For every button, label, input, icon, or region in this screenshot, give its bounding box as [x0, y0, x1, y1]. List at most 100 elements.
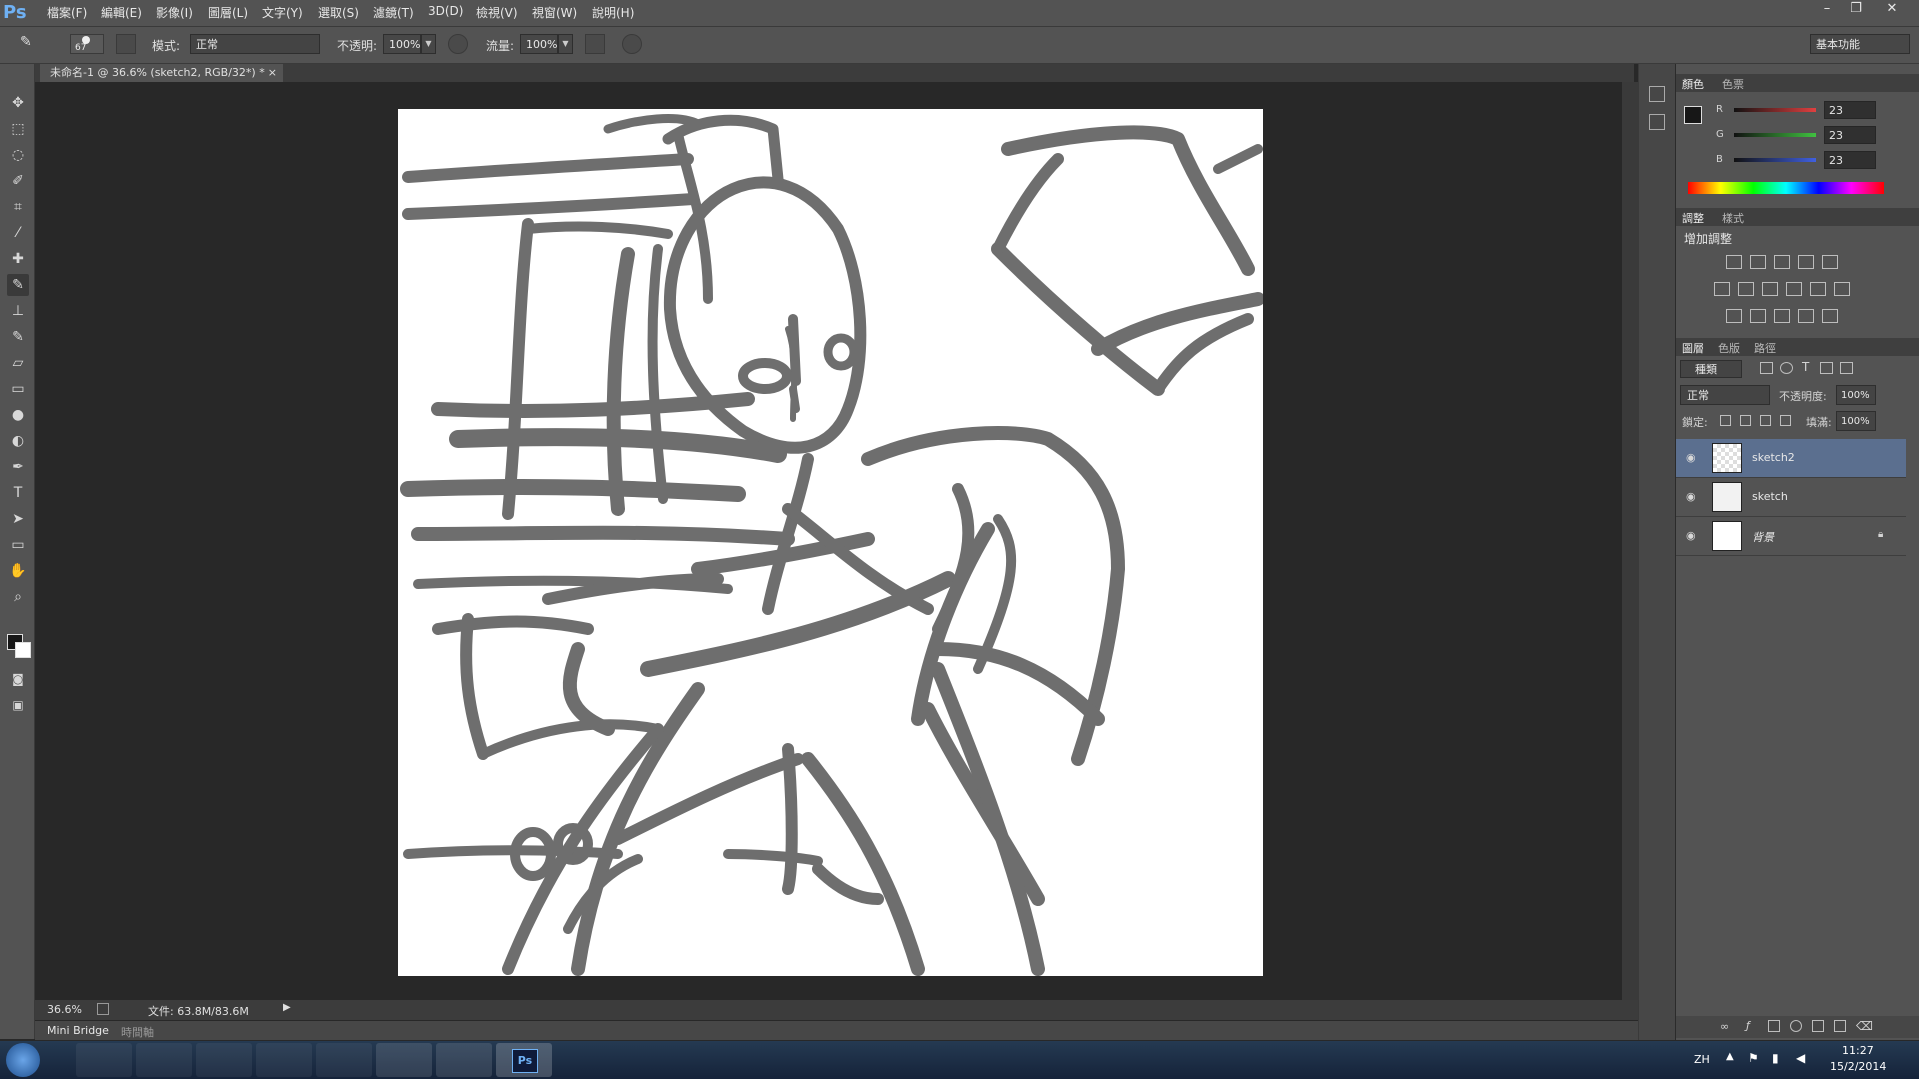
vertical-scrollbar[interactable]	[1622, 82, 1638, 1012]
tab-timeline[interactable]: 時間軸	[121, 1024, 154, 1040]
status-menu-arrow-icon[interactable]: ▶	[283, 1002, 291, 1013]
lock-position-icon[interactable]	[1760, 415, 1771, 426]
internet-explorer-taskbar-icon[interactable]	[256, 1043, 312, 1077]
tab-adjustments[interactable]: 調整	[1682, 210, 1704, 226]
levels-icon[interactable]	[1750, 255, 1766, 269]
hue-saturation-icon[interactable]	[1714, 282, 1730, 296]
tab-channels[interactable]: 色版	[1718, 340, 1740, 356]
posterize-icon[interactable]	[1750, 309, 1766, 323]
shape-tool-icon[interactable]: ▭	[7, 534, 29, 556]
link-layers-icon[interactable]: ∞	[1720, 1020, 1729, 1033]
brush-tool-icon[interactable]: ✎	[7, 274, 29, 296]
exposure-icon[interactable]	[1798, 255, 1814, 269]
new-layer-icon[interactable]	[1834, 1020, 1846, 1032]
lock-transparency-icon[interactable]	[1720, 415, 1731, 426]
invert-icon[interactable]	[1726, 309, 1742, 323]
tab-mini-bridge[interactable]: Mini Bridge	[47, 1024, 109, 1037]
mode-select[interactable]: 正常	[190, 34, 320, 54]
quick-select-tool-icon[interactable]: ✐	[7, 170, 29, 192]
close-window-button[interactable]: ✕	[1878, 0, 1906, 18]
opacity-dropdown-icon[interactable]: ▼	[421, 34, 436, 54]
menu-view[interactable]: 檢視(V)	[476, 4, 518, 21]
dodge-tool-icon[interactable]: ◐	[7, 430, 29, 452]
channel-b-slider[interactable]	[1734, 158, 1816, 162]
layer-row-sketch[interactable]: ◉ sketch	[1676, 478, 1906, 517]
paint-taskbar-icon[interactable]	[376, 1043, 432, 1077]
menu-edit[interactable]: 編輯(E)	[101, 4, 142, 21]
airbrush-icon[interactable]	[585, 34, 605, 54]
menu-filter[interactable]: 濾鏡(T)	[373, 4, 414, 21]
photo-filter-icon[interactable]	[1786, 282, 1802, 296]
type-tool-icon[interactable]: T	[7, 482, 29, 504]
language-indicator[interactable]: ZH	[1694, 1053, 1710, 1066]
history-brush-tool-icon[interactable]: ✎	[7, 326, 29, 348]
channel-g-input[interactable]: 23	[1824, 126, 1876, 144]
layer-blend-mode-select[interactable]: 正常	[1680, 385, 1770, 405]
tab-styles[interactable]: 樣式	[1722, 210, 1744, 226]
filter-smart-icon[interactable]	[1840, 362, 1853, 374]
lasso-tool-icon[interactable]: ◌	[7, 144, 29, 166]
channel-b-input[interactable]: 23	[1824, 151, 1876, 169]
menu-help[interactable]: 說明(H)	[592, 4, 634, 21]
new-adjustment-icon[interactable]	[1790, 1020, 1802, 1032]
action-center-flag-icon[interactable]: ⚑	[1748, 1051, 1759, 1065]
tray-expand-icon[interactable]: ▲	[1726, 1051, 1734, 1062]
flow-input[interactable]: 100%	[520, 34, 558, 54]
game-taskbar-icon[interactable]	[436, 1043, 492, 1077]
color-spectrum-bar[interactable]	[1688, 182, 1884, 194]
filter-shape-icon[interactable]	[1820, 362, 1833, 374]
black-white-icon[interactable]	[1762, 282, 1778, 296]
tab-close-icon[interactable]: ×	[268, 64, 277, 82]
tab-color[interactable]: 顏色	[1682, 76, 1704, 92]
workspace-select[interactable]: 基本功能	[1810, 34, 1910, 54]
path-select-tool-icon[interactable]: ➤	[7, 508, 29, 530]
threshold-icon[interactable]	[1774, 309, 1790, 323]
channel-mixer-icon[interactable]	[1810, 282, 1826, 296]
fill-input[interactable]: 100%	[1836, 411, 1876, 431]
photoshop-taskbar-icon[interactable]: Ps	[496, 1043, 552, 1077]
layer-row-sketch2[interactable]: ◉ sketch2	[1676, 439, 1906, 478]
brightness-icon[interactable]	[1726, 255, 1742, 269]
history-panel-icon[interactable]	[1649, 86, 1665, 102]
layer-opacity-input[interactable]: 100%	[1836, 385, 1876, 405]
app-taskbar-icon[interactable]	[316, 1043, 372, 1077]
gradient-map-icon[interactable]	[1798, 309, 1814, 323]
menu-3d[interactable]: 3D(D)	[428, 4, 463, 18]
blur-tool-icon[interactable]: ●	[7, 404, 29, 426]
curves-icon[interactable]	[1774, 255, 1790, 269]
pen-tool-icon[interactable]: ✒	[7, 456, 29, 478]
menu-select[interactable]: 選取(S)	[318, 4, 359, 21]
clone-stamp-tool-icon[interactable]: ⊥	[7, 300, 29, 322]
volume-icon[interactable]: ◀	[1796, 1051, 1805, 1065]
minimize-button[interactable]: –	[1813, 0, 1841, 18]
visibility-eye-icon[interactable]: ◉	[1686, 490, 1696, 503]
document-tab[interactable]: 未命名-1 @ 36.6% (sketch2, RGB/32*) * ×	[40, 64, 283, 82]
hand-tool-icon[interactable]: ✋	[7, 560, 29, 582]
brush-tool-preset-icon[interactable]: ✎	[20, 34, 40, 54]
tab-swatches[interactable]: 色票	[1722, 76, 1744, 92]
fx-icon[interactable]: ƒ	[1746, 1019, 1750, 1032]
menu-file[interactable]: 檔案(F)	[47, 4, 87, 21]
screen-mode-icon[interactable]: ▣	[7, 694, 29, 716]
color-balance-icon[interactable]	[1738, 282, 1754, 296]
explorer-taskbar-icon[interactable]	[76, 1043, 132, 1077]
flow-dropdown-icon[interactable]: ▼	[558, 34, 573, 54]
clock-date[interactable]: 15/2/2014	[1830, 1060, 1886, 1073]
crop-tool-icon[interactable]: ⌗	[7, 196, 29, 218]
start-button[interactable]	[6, 1043, 40, 1077]
filter-pixel-icon[interactable]	[1760, 362, 1773, 374]
eyedropper-tool-icon[interactable]: ⁄	[7, 222, 29, 244]
network-icon[interactable]: ▮	[1772, 1051, 1779, 1065]
media-player-taskbar-icon[interactable]	[136, 1043, 192, 1077]
filter-type-icon[interactable]: T	[1802, 360, 1809, 374]
brush-size-picker[interactable]: 67	[70, 34, 104, 54]
color-lookup-icon[interactable]	[1834, 282, 1850, 296]
tab-paths[interactable]: 路徑	[1754, 340, 1776, 356]
properties-panel-icon[interactable]	[1649, 114, 1665, 130]
status-icon[interactable]	[97, 1003, 109, 1015]
background-color-swatch[interactable]	[15, 642, 31, 658]
color-foreground-swatch[interactable]	[1684, 106, 1702, 124]
zoom-level[interactable]: 36.6%	[47, 1003, 82, 1016]
pressure-size-icon[interactable]	[622, 34, 642, 54]
opacity-input[interactable]: 100%	[383, 34, 421, 54]
